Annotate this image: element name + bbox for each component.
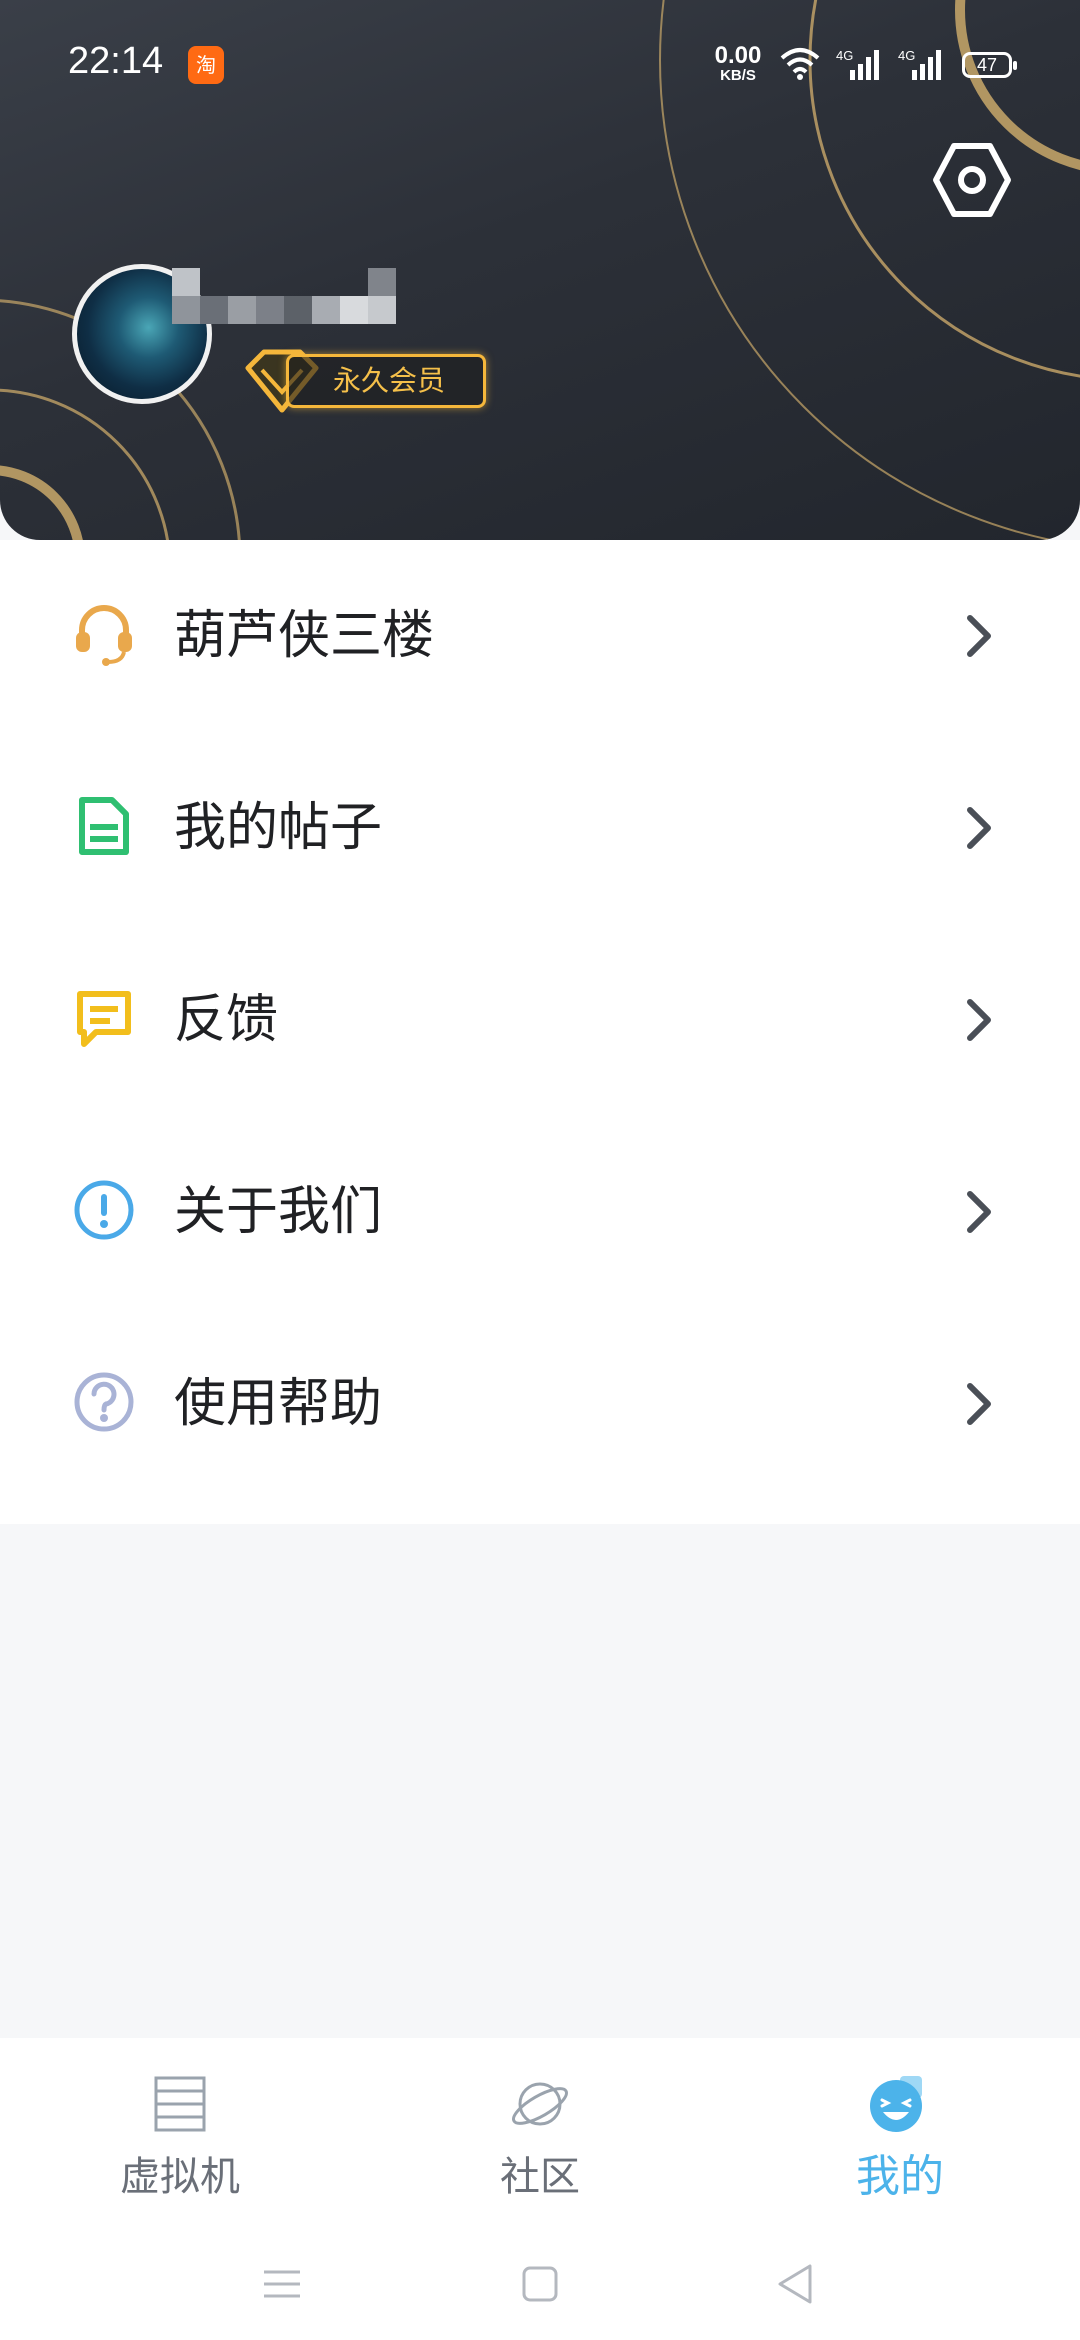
message-icon	[77, 991, 131, 1047]
menu-item-label: 我的帖子	[174, 798, 383, 858]
menu-item-feedback[interactable]: 反馈	[0, 924, 1080, 1116]
status-bar: 22:14 淘 0.00 KB/S 4G 4G 47	[0, 0, 1080, 130]
menu-item-label: 关于我们	[174, 1182, 383, 1242]
network-speed: 0.00 KB/S	[712, 42, 764, 84]
tab-label: 社区	[500, 2154, 580, 2200]
chevron-right-icon	[967, 999, 991, 1041]
tab-label: 我的	[856, 2151, 944, 2202]
chevron-right-icon	[967, 1191, 991, 1233]
settings-icon[interactable]	[932, 140, 1012, 220]
network-speed-value: 0.00	[714, 42, 762, 69]
tab-virtual-machine[interactable]: 虚拟机	[60, 2038, 300, 2228]
wifi-icon	[780, 48, 820, 80]
menu-item-my-posts[interactable]: 我的帖子	[0, 732, 1080, 924]
tab-mine[interactable]: 我的	[780, 2038, 1020, 2228]
network-speed-unit: KB/S	[720, 67, 756, 84]
clock: 22:14	[68, 40, 164, 82]
smile-icon	[870, 2076, 922, 2132]
system-nav-bar	[0, 2228, 1080, 2340]
help-icon	[74, 1372, 134, 1432]
document-icon	[79, 797, 129, 855]
menu-item-label: 使用帮助	[174, 1374, 383, 1434]
menu-item-huluxia[interactable]: 葫芦侠三楼	[0, 540, 1080, 732]
menu-item-label: 葫芦侠三楼	[174, 606, 435, 666]
chevron-right-icon	[967, 615, 991, 657]
signal-type-1: 4G	[836, 48, 853, 63]
menu-icon[interactable]	[250, 2252, 314, 2316]
bottom-nav: 虚拟机 社区 我的	[0, 2038, 1080, 2228]
headset-icon	[76, 605, 132, 666]
taobao-notification-icon: 淘	[188, 46, 224, 84]
menu-item-help[interactable]: 使用帮助	[0, 1308, 1080, 1500]
signal-type-2: 4G	[898, 48, 915, 63]
signal-icon-sim1: 4G	[836, 48, 879, 80]
menu-list: 葫芦侠三楼 我的帖子 反馈 关于我们 使用帮助	[0, 540, 1080, 1524]
tab-community[interactable]: 社区	[420, 2038, 660, 2228]
tab-label: 虚拟机	[120, 2154, 240, 2200]
vip-badge: 永久会员	[286, 354, 486, 408]
profile-header: 22:14 淘 0.00 KB/S 4G 4G 47 永久会员	[0, 0, 1080, 540]
menu-item-label: 反馈	[174, 990, 279, 1050]
planet-icon	[512, 2082, 568, 2126]
home-icon[interactable]	[508, 2252, 572, 2316]
chevron-right-icon	[967, 1383, 991, 1425]
info-icon	[74, 1180, 134, 1240]
server-icon	[154, 2076, 206, 2132]
chevron-right-icon	[967, 807, 991, 849]
username-pixelated	[172, 268, 400, 324]
back-icon[interactable]	[764, 2252, 828, 2316]
battery-icon: 47	[962, 52, 1017, 78]
signal-icon-sim2: 4G	[898, 48, 941, 80]
menu-item-about-us[interactable]: 关于我们	[0, 1116, 1080, 1308]
